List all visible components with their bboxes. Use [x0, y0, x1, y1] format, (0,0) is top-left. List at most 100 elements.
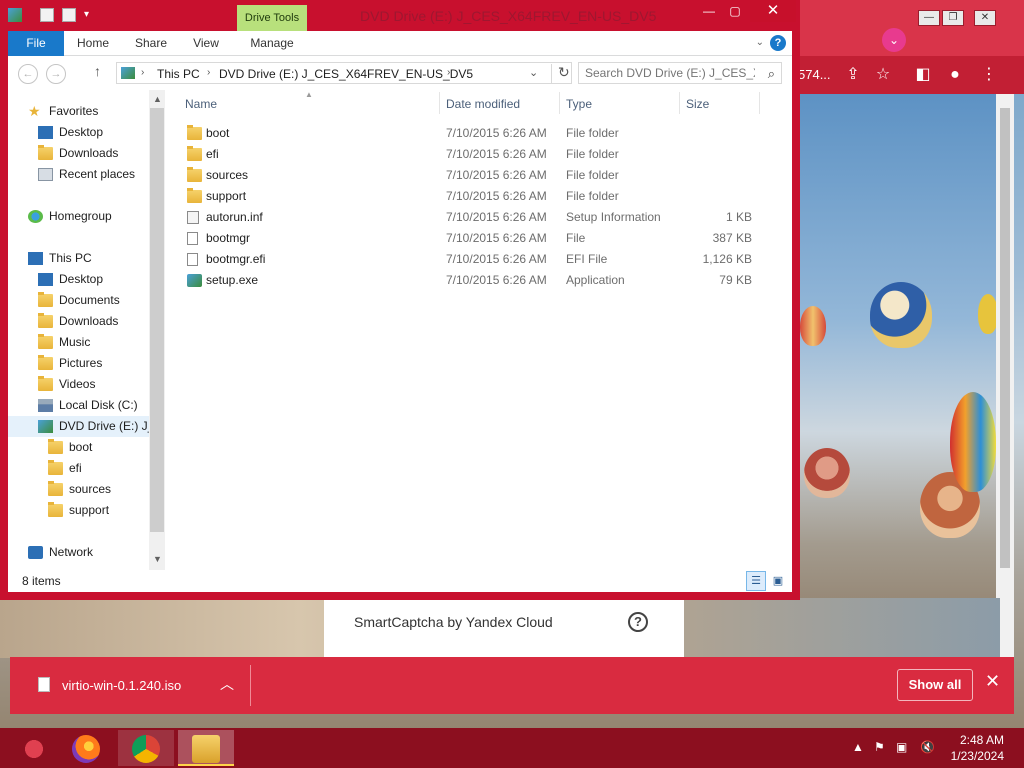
videos-folder-icon [38, 376, 53, 391]
help-icon[interactable]: ? [770, 35, 786, 51]
file-row[interactable]: autorun.inf 7/10/2015 6:26 AM Setup Info… [179, 207, 769, 228]
start-button[interactable] [6, 730, 62, 766]
share-icon[interactable]: ⇪ [842, 64, 864, 86]
tab-file[interactable]: File [8, 31, 64, 56]
column-header-name[interactable]: Name [185, 97, 217, 111]
chevron-down-icon[interactable]: ▼ [153, 554, 162, 564]
chevron-down-icon[interactable]: ⌄ [756, 37, 764, 48]
file-row[interactable]: boot 7/10/2015 6:26 AM File folder [179, 123, 769, 144]
flag-icon[interactable]: ⚑ [874, 740, 885, 754]
file-row[interactable]: efi 7/10/2015 6:26 AM File folder [179, 144, 769, 165]
nav-homegroup[interactable]: Homegroup [8, 206, 149, 227]
download-item[interactable]: virtio-win-0.1.240.iso ︿ [10, 657, 250, 714]
chevron-up-icon[interactable]: ︿ [220, 674, 234, 694]
column-divider[interactable] [439, 92, 440, 114]
file-row[interactable]: sources 7/10/2015 6:26 AM File folder [179, 165, 769, 186]
address-bar[interactable]: › This PC › DVD Drive (E:) J_CES_X64FREV… [116, 62, 572, 84]
download-filename[interactable]: virtio-win-0.1.240.iso [62, 678, 181, 693]
nav-music[interactable]: Music [8, 332, 149, 353]
taskbar-chrome[interactable] [118, 730, 174, 766]
close-button[interactable]: ✕ [750, 0, 796, 22]
chevron-down-icon[interactable]: ⌄ [882, 28, 906, 52]
file-row[interactable]: support 7/10/2015 6:26 AM File folder [179, 186, 769, 207]
folder-icon [48, 481, 63, 496]
show-all-button[interactable]: Show all [897, 669, 973, 701]
back-button[interactable]: ← [18, 64, 38, 84]
column-header-size[interactable]: Size [686, 97, 709, 111]
breadcrumb-separator[interactable]: › [207, 67, 210, 78]
minimize-button[interactable]: — [696, 0, 722, 22]
nav-favorites-downloads[interactable]: Downloads [8, 143, 149, 164]
column-header-date[interactable]: Date modified [446, 97, 520, 111]
quick-access-dropdown-icon[interactable]: ▾ [84, 8, 98, 22]
tab-manage[interactable]: Manage [240, 31, 304, 56]
clock-date[interactable]: 1/23/2024 [934, 749, 1004, 763]
column-divider[interactable] [559, 92, 560, 114]
column-divider[interactable] [679, 92, 680, 114]
details-view-icon[interactable]: ☰ [746, 571, 766, 591]
file-row[interactable]: bootmgr 7/10/2015 6:26 AM File 387 KB [179, 228, 769, 249]
large-icons-view-icon[interactable]: ▣ [770, 573, 786, 589]
menu-kebab-icon[interactable]: ⋮ [978, 64, 1000, 86]
column-header-type[interactable]: Type [566, 97, 592, 111]
tab-share[interactable]: Share [128, 31, 174, 56]
tab-home[interactable]: Home [70, 31, 116, 56]
properties-icon[interactable] [40, 8, 54, 22]
nav-videos[interactable]: Videos [8, 374, 149, 395]
nav-dvd-support[interactable]: support [8, 500, 149, 521]
help-icon[interactable]: ? [628, 612, 648, 632]
browser-scroll-thumb[interactable] [1000, 108, 1010, 568]
taskbar-file-explorer[interactable] [178, 730, 234, 766]
bookmark-star-icon[interactable]: ☆ [872, 64, 894, 86]
nav-pc-downloads[interactable]: Downloads [8, 311, 149, 332]
refresh-icon[interactable]: ↻ [551, 64, 570, 84]
side-panel-icon[interactable]: ◧ [912, 64, 934, 86]
profile-avatar-icon[interactable]: ● [944, 64, 966, 86]
volume-muted-icon[interactable]: 🔇 [920, 740, 935, 754]
tab-view[interactable]: View [184, 31, 228, 56]
clock-time[interactable]: 2:48 AM [934, 733, 1004, 747]
forward-button[interactable]: → [46, 64, 66, 84]
chevron-down-icon[interactable]: ⌄ [529, 66, 538, 79]
file-row[interactable]: bootmgr.efi 7/10/2015 6:26 AM EFI File 1… [179, 249, 769, 270]
up-arrow-icon[interactable]: ↑ [94, 63, 101, 79]
search-box[interactable]: ⌕ [578, 62, 782, 84]
breadcrumb-separator[interactable]: › [141, 67, 144, 78]
show-hidden-icons-icon[interactable]: ▲ [852, 740, 864, 754]
nav-scroll-thumb[interactable] [150, 108, 164, 532]
search-input[interactable] [585, 66, 755, 80]
nav-dvd-boot[interactable]: boot [8, 437, 149, 458]
nav-this-pc[interactable]: This PC [8, 248, 149, 269]
nav-scrollbar[interactable]: ▲ ▼ [149, 90, 165, 570]
file-row[interactable]: setup.exe 7/10/2015 6:26 AM Application … [179, 270, 769, 291]
new-folder-icon[interactable] [62, 8, 76, 22]
chevron-up-icon[interactable]: ▲ [153, 94, 162, 104]
close-icon[interactable]: ✕ [985, 671, 1000, 692]
nav-dvd-drive[interactable]: DVD Drive (E:) J_CES_X64FREV_EN-US_DV5 [8, 416, 149, 437]
taskbar-firefox[interactable] [58, 730, 114, 766]
nav-pictures[interactable]: Pictures [8, 353, 149, 374]
nav-dvd-sources[interactable]: sources [8, 479, 149, 500]
browser-scrollbar[interactable] [996, 94, 1014, 657]
network-icon[interactable]: ▣ [896, 740, 907, 754]
nav-local-disk[interactable]: Local Disk (C:) [8, 395, 149, 416]
nav-network[interactable]: Network [8, 542, 149, 563]
nav-dvd-efi[interactable]: efi [8, 458, 149, 479]
breadcrumb-separator[interactable]: › [447, 67, 450, 78]
nav-recent-places[interactable]: Recent places [8, 164, 149, 185]
maximize-button[interactable]: ▢ [722, 0, 748, 22]
browser-close-button[interactable]: ✕ [974, 10, 996, 26]
nav-documents[interactable]: Documents [8, 290, 149, 311]
breadcrumb-dvd-drive[interactable]: DVD Drive (E:) J_CES_X64FREV_EN-US_DV5 [219, 67, 473, 81]
drive-tools-context-tab[interactable]: Drive Tools [237, 5, 307, 31]
nav-favorites[interactable]: ★ Favorites [8, 101, 149, 122]
browser-maximize-button[interactable]: ❐ [942, 10, 964, 26]
folder-icon [187, 167, 202, 182]
file-date: 7/10/2015 6:26 AM [446, 231, 547, 245]
search-icon[interactable]: ⌕ [768, 66, 775, 82]
breadcrumb-this-pc[interactable]: This PC [157, 67, 200, 81]
nav-favorites-desktop[interactable]: Desktop [8, 122, 149, 143]
nav-pc-desktop[interactable]: Desktop [8, 269, 149, 290]
browser-minimize-button[interactable]: — [918, 10, 940, 26]
column-divider[interactable] [759, 92, 760, 114]
